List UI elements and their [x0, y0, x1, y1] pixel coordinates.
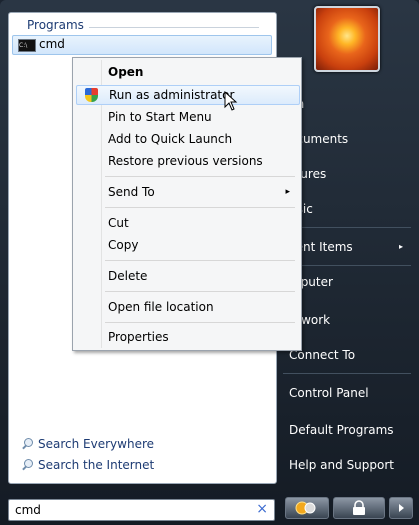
copy-label: Copy [108, 238, 139, 252]
menu-separator [105, 291, 295, 292]
uac-shield-icon [85, 88, 98, 102]
search-links: Search Everywhere Search the Internet [21, 433, 154, 475]
search-everywhere-link[interactable]: Search Everywhere [21, 433, 154, 454]
right-item-help[interactable]: Help and Support [289, 453, 394, 477]
search-everywhere-label: Search Everywhere [38, 436, 154, 451]
open-location-label: Open file location [108, 300, 214, 314]
lock-icon [353, 500, 365, 515]
send-to-label: Send To [108, 185, 155, 199]
shutdown-options-button[interactable] [389, 497, 413, 519]
menu-item-delete[interactable]: Delete [76, 266, 298, 286]
result-label: cmd [39, 37, 65, 51]
cut-label: Cut [108, 216, 129, 230]
open-label: Open [108, 65, 144, 79]
user-picture[interactable] [314, 6, 380, 72]
magnifier-icon [21, 458, 33, 471]
run-as-admin-label: Run as administrator [109, 88, 235, 102]
menu-separator [105, 322, 295, 323]
delete-label: Delete [108, 269, 148, 283]
search-input[interactable]: cmd × [8, 499, 275, 521]
menu-separator [105, 260, 295, 261]
menu-separator [105, 176, 295, 177]
arrow-right-icon [399, 504, 404, 512]
separator [283, 265, 411, 266]
menu-item-open-file-location[interactable]: Open file location [76, 297, 298, 317]
menu-item-copy[interactable]: Copy [76, 235, 298, 255]
search-value: cmd [15, 503, 41, 517]
lock-button[interactable] [333, 497, 385, 519]
restore-label: Restore previous versions [108, 154, 263, 168]
start-menu: Programs C:\ cmd Search Everywhere Searc… [0, 0, 419, 525]
menu-item-pin-start[interactable]: Pin to Start Menu [76, 107, 298, 127]
search-result-cmd[interactable]: C:\ cmd [12, 35, 272, 55]
right-panel: hn ocuments ctures usic cent Items ▸ mpu… [283, 0, 419, 490]
right-item-default-programs[interactable]: Default Programs [289, 418, 394, 442]
menu-item-run-as-administrator[interactable]: Run as administrator [76, 85, 300, 105]
menu-item-add-quick-launch[interactable]: Add to Quick Launch [76, 129, 298, 149]
mouse-cursor-icon [224, 91, 238, 111]
context-menu: Open Run as administrator Pin to Start M… [72, 57, 302, 351]
pin-start-label: Pin to Start Menu [108, 110, 212, 124]
menu-item-send-to[interactable]: Send To ▸ [76, 182, 298, 202]
separator [283, 373, 411, 374]
console-icon: C:\ [18, 39, 36, 52]
menu-item-cut[interactable]: Cut [76, 213, 298, 233]
submenu-arrow-icon: ▸ [285, 187, 290, 197]
add-quick-launch-label: Add to Quick Launch [108, 132, 233, 146]
search-internet-link[interactable]: Search the Internet [21, 454, 154, 475]
power-button[interactable] [285, 497, 329, 519]
menu-separator [105, 207, 295, 208]
menu-item-properties[interactable]: Properties [76, 327, 298, 347]
right-item-recent[interactable]: cent Items ▸ [289, 235, 411, 259]
menu-item-open[interactable]: Open [76, 62, 298, 82]
header-divider [89, 27, 259, 28]
search-internet-label: Search the Internet [38, 457, 155, 472]
power-icon [295, 501, 316, 515]
chevron-right-icon: ▸ [398, 242, 403, 251]
power-buttons [285, 497, 413, 519]
separator [283, 227, 411, 228]
right-item-control-panel[interactable]: Control Panel [289, 381, 369, 405]
properties-label: Properties [108, 330, 169, 344]
menu-item-restore-versions[interactable]: Restore previous versions [76, 151, 298, 171]
programs-header: Programs [27, 18, 88, 32]
magnifier-icon [21, 437, 33, 450]
clear-search-icon[interactable]: × [256, 501, 268, 517]
